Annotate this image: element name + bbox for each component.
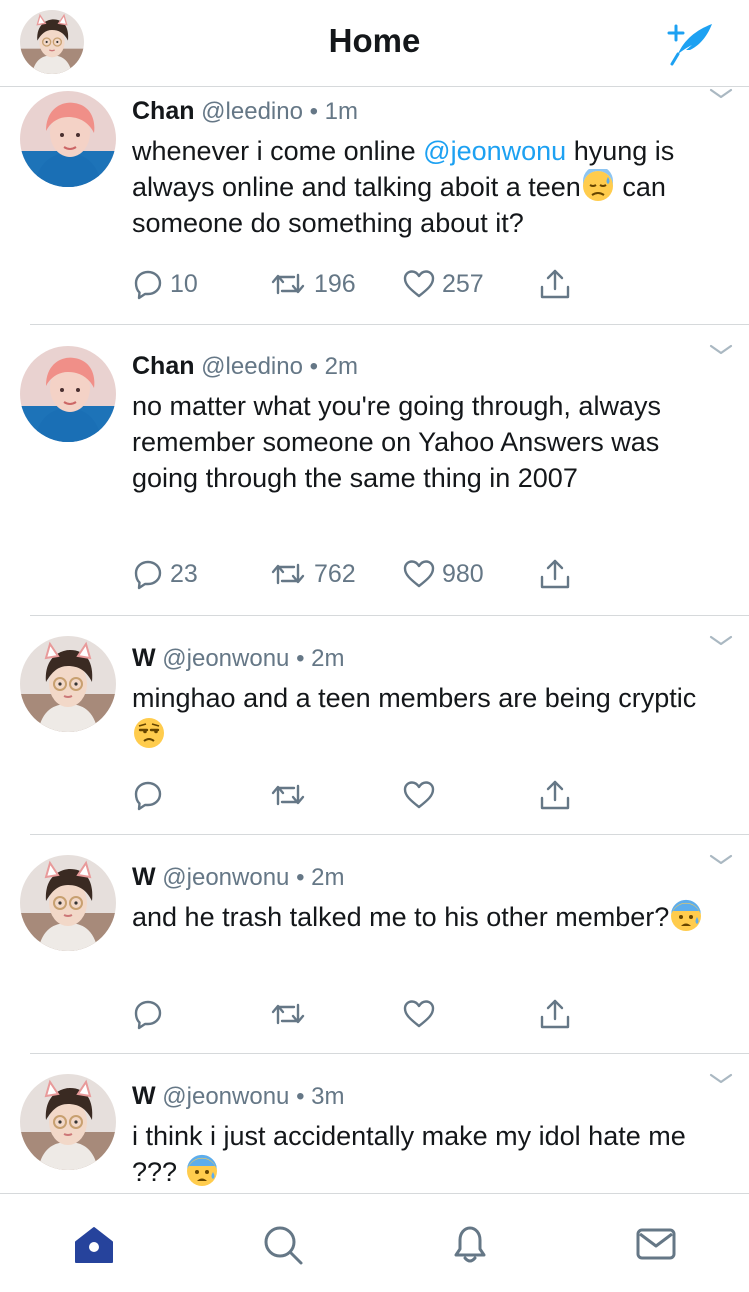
tweet[interactable]: W @jeonwonu • 2m minghao and a teen memb…	[0, 616, 749, 835]
display-name[interactable]: Chan	[132, 352, 195, 380]
tweet[interactable]: Chan @leedino • 2m no matter what you're…	[0, 325, 749, 616]
tweet-meta: W @jeonwonu • 2m	[132, 644, 345, 673]
tweet-actions: 10 196 257	[132, 267, 582, 301]
tweet-text-part: whenever i come online	[132, 136, 424, 166]
tweet-meta: Chan @leedino • 2m	[132, 352, 358, 381]
avatar[interactable]	[20, 1074, 116, 1170]
share-icon	[538, 997, 572, 1031]
reply-button[interactable]	[132, 997, 164, 1031]
messages-icon[interactable]	[634, 1222, 678, 1266]
share-button[interactable]	[538, 778, 572, 812]
top-nav-bar: Home	[0, 0, 749, 87]
share-icon	[538, 267, 572, 301]
like-button[interactable]	[402, 778, 436, 812]
tweet-text: no matter what you're going through, alw…	[132, 391, 661, 493]
handle: @jeonwonu	[162, 645, 290, 672]
home-icon[interactable]	[72, 1222, 116, 1266]
timestamp: • 2m	[309, 353, 359, 380]
reply-icon	[132, 779, 164, 811]
tweet-text: and he trash talked me to his other memb…	[132, 899, 722, 935]
retweet-button[interactable]: 762	[268, 557, 356, 591]
tweet-text-part: minghao and a teen members are being cry…	[132, 683, 697, 713]
like-count: 257	[442, 269, 484, 298]
like-button[interactable]: 257	[402, 267, 484, 301]
tweet-text: i think i just accidentally make my idol…	[132, 1118, 722, 1190]
handle: @leedino	[201, 98, 303, 125]
share-icon	[538, 557, 572, 591]
avatar[interactable]	[20, 855, 116, 951]
retweet-count: 196	[314, 269, 356, 298]
chevron-down-icon[interactable]	[709, 853, 733, 867]
chevron-down-icon[interactable]	[709, 87, 733, 101]
reply-button[interactable]: 23	[132, 557, 198, 591]
retweet-icon	[268, 998, 308, 1030]
share-icon	[538, 778, 572, 812]
timestamp: • 1m	[309, 98, 359, 125]
anxious-sweat-emoji	[185, 1154, 219, 1188]
retweet-count: 762	[314, 559, 356, 588]
timeline[interactable]: Chan @leedino • 1m whenever i come onlin…	[0, 87, 749, 1193]
tweet-text: minghao and a teen members are being cry…	[132, 680, 722, 752]
reply-icon	[132, 558, 164, 590]
tweet-actions	[132, 997, 582, 1031]
avatar[interactable]	[20, 636, 116, 732]
reply-button[interactable]: 10	[132, 267, 198, 301]
tweet[interactable]: W @jeonwonu • 3m i think i just accident…	[0, 1054, 749, 1193]
reply-icon	[132, 268, 164, 300]
notifications-icon[interactable]	[448, 1222, 492, 1266]
chevron-down-icon[interactable]	[709, 343, 733, 357]
display-name[interactable]: W	[132, 1082, 156, 1110]
tweet[interactable]: W @jeonwonu • 2m and he trash talked me …	[0, 835, 749, 1054]
reply-icon	[132, 998, 164, 1030]
unamused-emoji	[132, 716, 166, 750]
display-name[interactable]: Chan	[132, 97, 195, 125]
avatar[interactable]	[20, 91, 116, 187]
retweet-button[interactable]	[268, 778, 308, 812]
handle: @leedino	[201, 353, 303, 380]
tweet-meta: Chan @leedino • 1m	[132, 97, 358, 126]
like-button[interactable]: 980	[402, 557, 484, 591]
display-name[interactable]: W	[132, 863, 156, 891]
search-icon[interactable]	[260, 1222, 304, 1266]
tweet-meta: W @jeonwonu • 2m	[132, 863, 345, 892]
tweet-text: whenever i come online @jeonwonu hyung i…	[132, 133, 722, 241]
heart-icon	[402, 268, 436, 300]
reply-count: 10	[170, 269, 198, 298]
bottom-tab-bar	[0, 1193, 749, 1292]
heart-icon	[402, 558, 436, 590]
reply-button[interactable]	[132, 778, 164, 812]
tweet-actions	[132, 778, 582, 812]
display-name[interactable]: W	[132, 644, 156, 672]
tweet-text-part: and he trash talked me to his other memb…	[132, 902, 670, 932]
timestamp: • 3m	[296, 1083, 345, 1110]
handle: @jeonwonu	[162, 864, 290, 891]
heart-icon	[402, 998, 436, 1030]
mention-link[interactable]: @jeonwonu	[423, 136, 566, 166]
timestamp: • 2m	[296, 864, 345, 891]
tweet-meta: W @jeonwonu • 3m	[132, 1082, 345, 1111]
avatar[interactable]	[20, 346, 116, 442]
handle: @jeonwonu	[162, 1083, 290, 1110]
retweet-icon	[268, 268, 308, 300]
heart-icon	[402, 779, 436, 811]
retweet-icon	[268, 558, 308, 590]
like-button[interactable]	[402, 997, 436, 1031]
share-button[interactable]	[538, 997, 572, 1031]
compose-feather-icon[interactable]	[664, 18, 720, 66]
page-title: Home	[328, 22, 421, 59]
chevron-down-icon[interactable]	[709, 634, 733, 648]
like-count: 980	[442, 559, 484, 588]
retweet-icon	[268, 779, 308, 811]
chevron-down-icon[interactable]	[709, 1072, 733, 1086]
retweet-button[interactable]: 196	[268, 267, 356, 301]
downcast-sweat-emoji	[581, 169, 615, 203]
reply-count: 23	[170, 559, 198, 588]
anxious-sweat-emoji	[669, 899, 703, 933]
share-button[interactable]	[538, 557, 572, 591]
tweet-actions: 23 762 980	[132, 557, 582, 591]
retweet-button[interactable]	[268, 997, 308, 1031]
share-button[interactable]	[538, 267, 572, 301]
timestamp: • 2m	[296, 645, 345, 672]
tweet[interactable]: Chan @leedino • 1m whenever i come onlin…	[0, 87, 749, 325]
